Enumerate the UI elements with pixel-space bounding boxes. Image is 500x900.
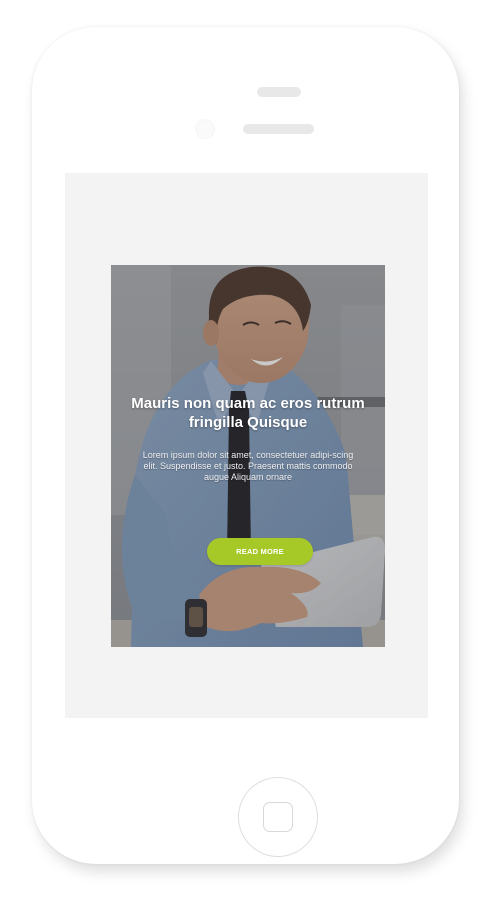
home-square-icon xyxy=(263,802,293,832)
front-camera-icon xyxy=(195,119,215,139)
hero-card: Mauris non quam ac eros rutrum fringilla… xyxy=(111,265,385,647)
top-speaker-icon xyxy=(257,87,301,97)
home-button[interactable] xyxy=(238,777,318,857)
page: Mauris non quam ac eros rutrum fringilla… xyxy=(0,0,500,900)
read-more-button[interactable]: READ MORE xyxy=(207,538,313,565)
earpiece-speaker-icon xyxy=(243,124,314,134)
phone-screen: Mauris non quam ac eros rutrum fringilla… xyxy=(65,173,428,718)
hero-title: Mauris non quam ac eros rutrum fringilla… xyxy=(131,395,365,431)
hero-description: Lorem ipsum dolor sit amet, consectetuer… xyxy=(142,450,354,482)
